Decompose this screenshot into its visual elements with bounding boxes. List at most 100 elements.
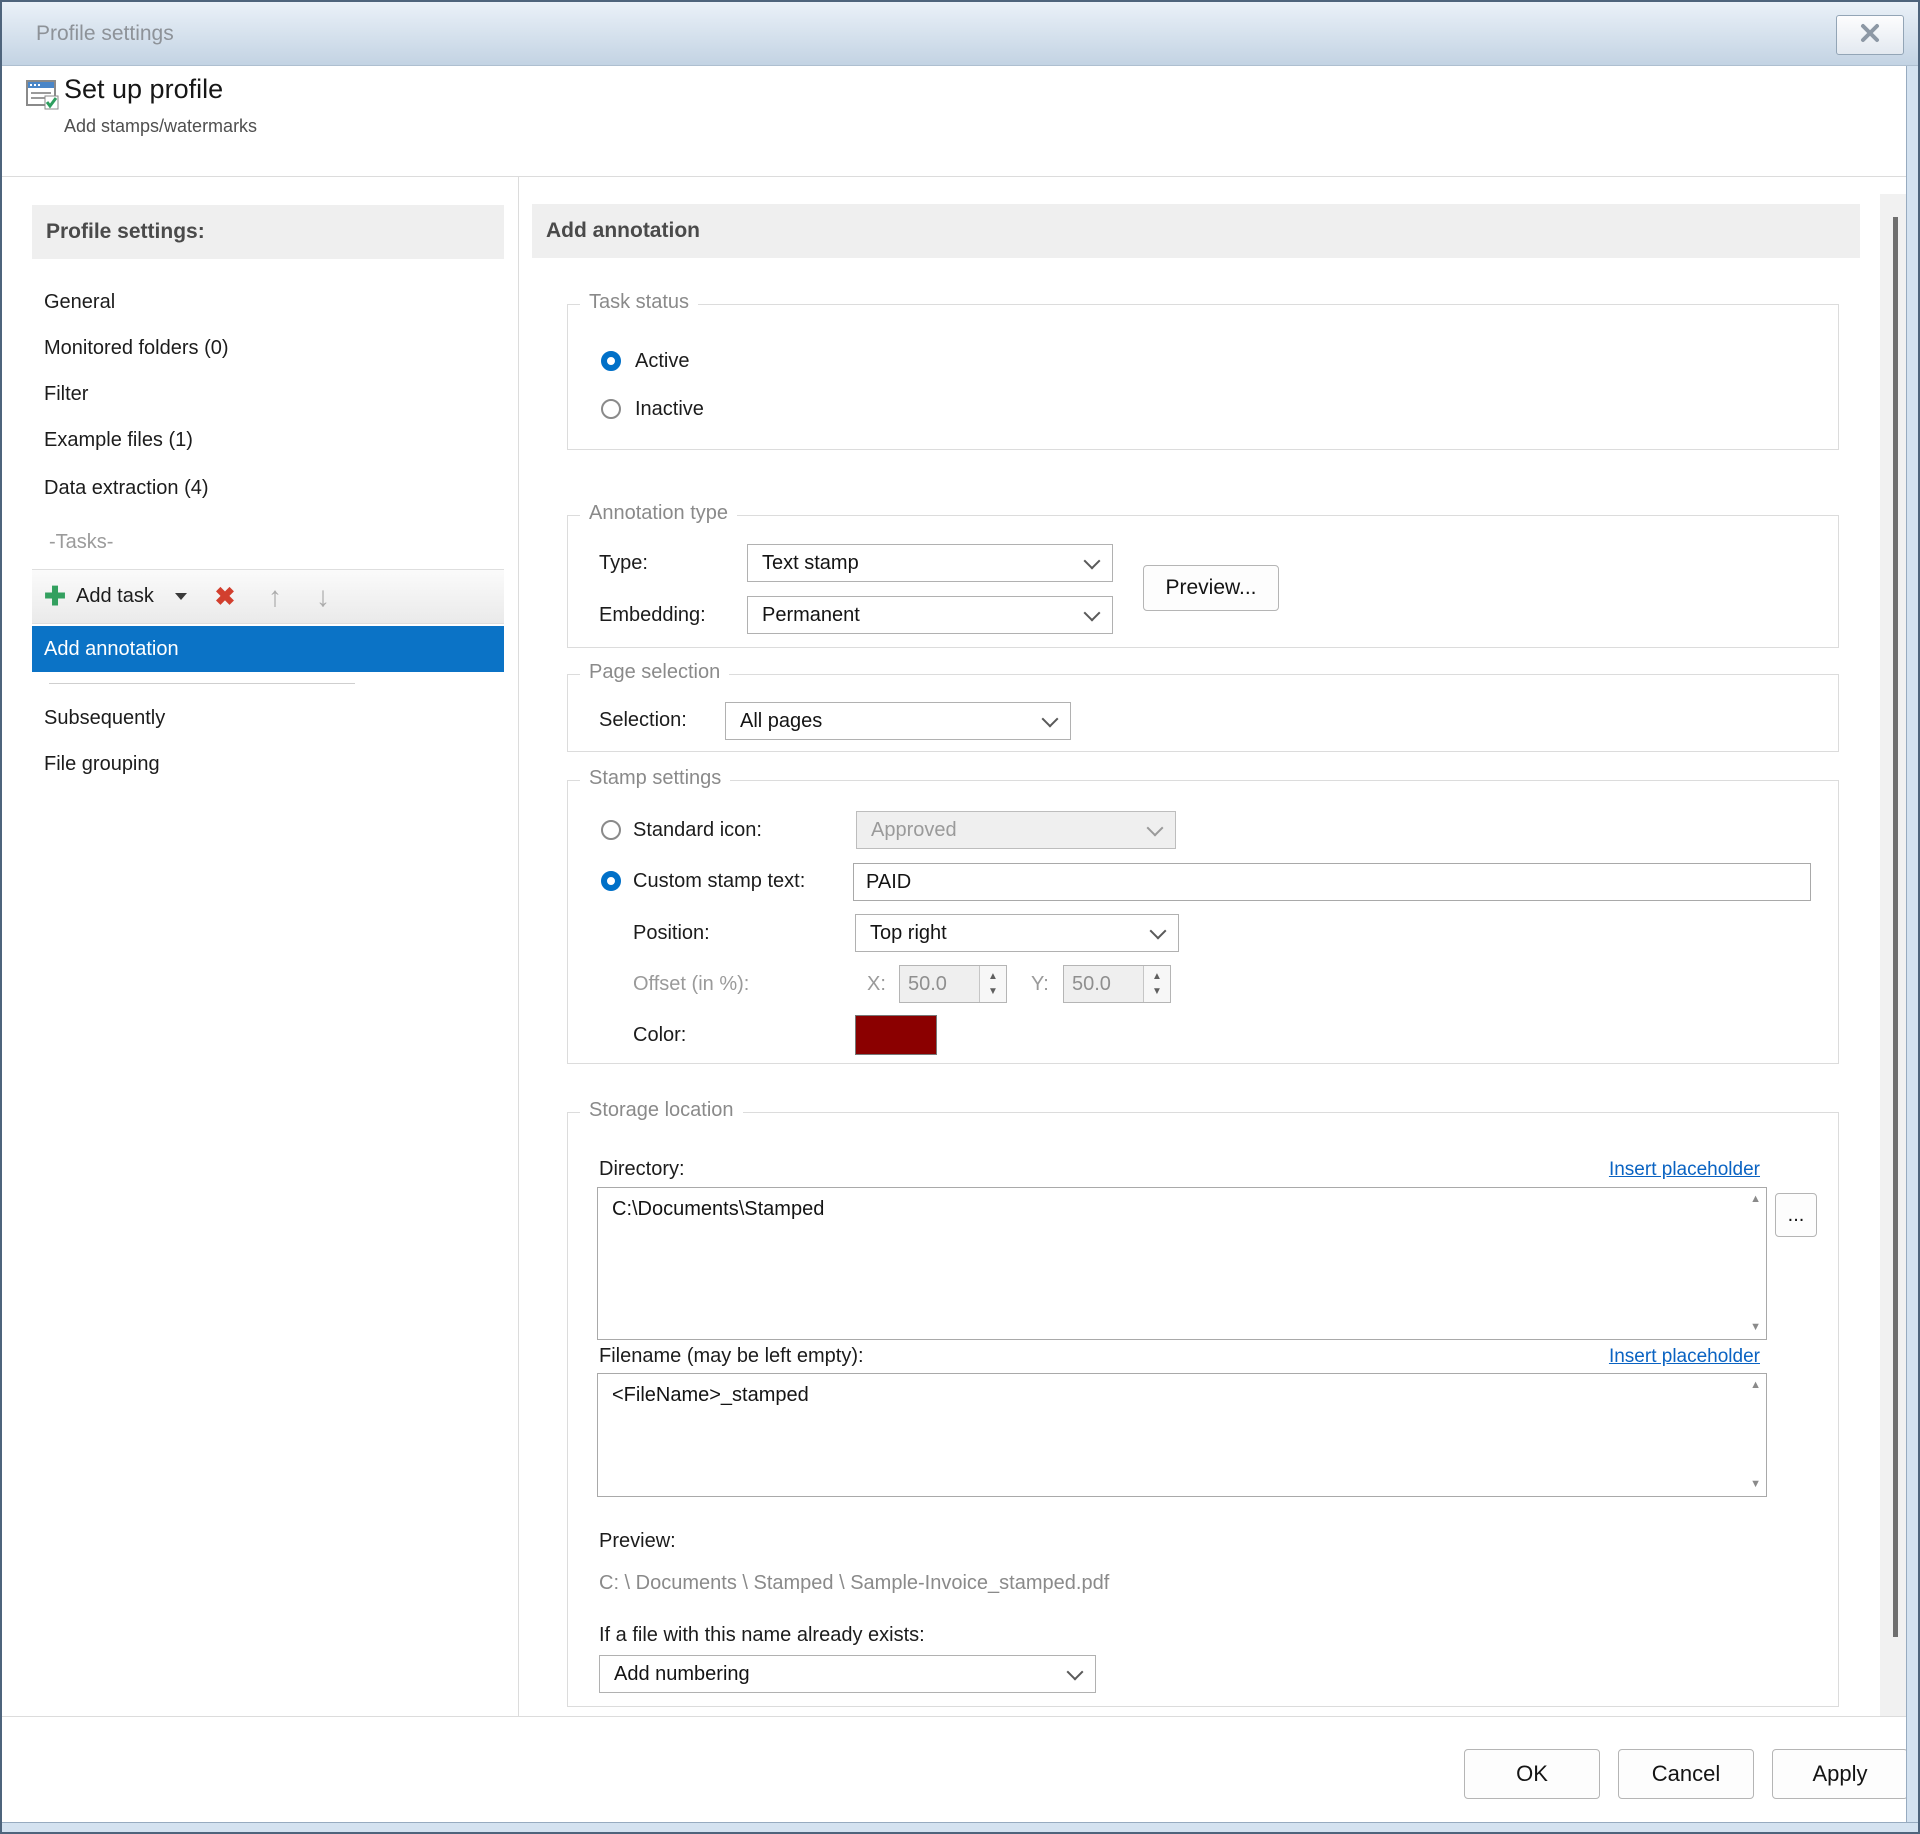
browse-directory-button[interactable]: ... — [1775, 1193, 1817, 1237]
standard-icon-label[interactable]: Standard icon: — [633, 819, 762, 842]
inactive-radio-label[interactable]: Inactive — [635, 398, 704, 421]
filename-value: <FileName>_stamped — [612, 1384, 809, 1406]
custom-stamp-text-input[interactable]: PAID — [853, 863, 1811, 901]
tasks-toolbar: ✚ Add task ✖ ↑ ↓ — [32, 569, 504, 624]
exists-label: If a file with this name already exists: — [599, 1624, 925, 1647]
add-task-button[interactable]: ✚ — [40, 570, 70, 623]
embedding-label: Embedding: — [599, 604, 706, 627]
color-swatch[interactable] — [855, 1015, 937, 1055]
scroll-up-icon[interactable]: ▲ — [1750, 1380, 1761, 1391]
scroll-down-icon[interactable]: ▼ — [1750, 1479, 1761, 1490]
offset-x-value: 50.0 — [900, 966, 979, 1002]
directory-label: Directory: — [599, 1158, 685, 1181]
header-divider — [2, 176, 1918, 177]
scroll-up-icon[interactable]: ▲ — [1750, 1194, 1761, 1205]
spin-up-icon: ▲ — [988, 971, 998, 982]
ok-button[interactable]: OK — [1464, 1749, 1600, 1799]
directory-textarea[interactable]: C:\Documents\Stamped ▲ ▼ — [597, 1187, 1767, 1340]
task-list-divider — [49, 683, 355, 684]
standard-icon-dropdown: Approved — [856, 811, 1176, 849]
offset-label: Offset (in %): — [633, 973, 749, 996]
delete-x-icon: ✖ — [215, 582, 236, 612]
type-label: Type: — [599, 552, 648, 575]
exists-dropdown[interactable]: Add numbering — [599, 1655, 1096, 1693]
filename-textarea[interactable]: <FileName>_stamped ▲ ▼ — [597, 1373, 1767, 1497]
filename-insert-placeholder-link[interactable]: Insert placeholder — [1568, 1346, 1760, 1368]
offset-x-label: X: — [867, 973, 886, 996]
main-scrollbar-track[interactable] — [1880, 194, 1908, 1716]
page-selection-group: Page selection Selection: All pages — [567, 674, 1839, 752]
page-subtitle: Add stamps/watermarks — [64, 116, 257, 137]
active-radio-label[interactable]: Active — [635, 350, 689, 373]
move-task-up-button[interactable]: ↑ — [258, 570, 292, 623]
profile-settings-dialog: Profile settings Set up profile Add stam… — [0, 0, 1920, 1834]
preview-button[interactable]: Preview... — [1143, 565, 1279, 611]
apply-button[interactable]: Apply — [1772, 1749, 1908, 1799]
task-status-legend: Task status — [580, 291, 698, 314]
delete-task-button[interactable]: ✖ — [208, 570, 242, 623]
standard-icon-radio[interactable] — [601, 820, 621, 840]
spin-down-icon: ▼ — [1152, 986, 1162, 997]
directory-insert-placeholder-link[interactable]: Insert placeholder — [1568, 1159, 1760, 1181]
spin-up-icon: ▲ — [1152, 971, 1162, 982]
add-task-dropdown-caret[interactable] — [174, 570, 188, 623]
type-dropdown[interactable]: Text stamp — [747, 544, 1113, 582]
spinner-buttons: ▲▼ — [979, 966, 1006, 1002]
stamp-settings-legend: Stamp settings — [580, 767, 730, 790]
chevron-down-icon — [1084, 552, 1101, 569]
sidebar-item-add-annotation[interactable]: Add annotation — [32, 626, 504, 672]
spin-down-icon: ▼ — [988, 986, 998, 997]
storage-location-group: Storage location Directory: Insert place… — [567, 1112, 1839, 1707]
add-task-label[interactable]: Add task — [76, 570, 154, 623]
filename-label: Filename (may be left empty): — [599, 1345, 864, 1368]
chevron-down-icon — [1067, 1663, 1084, 1680]
position-label: Position: — [633, 922, 710, 945]
title-bar[interactable]: Profile settings — [2, 2, 1918, 66]
window-frame-bottom — [2, 1822, 1918, 1832]
tasks-separator: -Tasks- — [32, 523, 504, 561]
main-heading: Add annotation — [532, 204, 1860, 258]
chevron-down-icon — [1147, 819, 1164, 836]
position-dropdown[interactable]: Top right — [855, 914, 1179, 952]
scroll-down-icon[interactable]: ▼ — [1750, 1322, 1761, 1333]
embedding-dropdown[interactable]: Permanent — [747, 596, 1113, 634]
stamp-settings-group: Stamp settings Standard icon: Approved C… — [567, 780, 1839, 1064]
move-task-down-button[interactable]: ↓ — [306, 570, 340, 623]
close-icon — [1859, 22, 1881, 49]
sidebar-item-subsequently[interactable]: Subsequently — [32, 699, 504, 737]
arrow-up-icon: ↑ — [268, 581, 282, 613]
caret-down-icon — [175, 593, 187, 600]
page-selection-dropdown-value: All pages — [740, 710, 822, 733]
embedding-dropdown-value: Permanent — [762, 604, 860, 627]
custom-stamp-label[interactable]: Custom stamp text: — [633, 870, 805, 893]
sidebar-item-filter[interactable]: Filter — [32, 375, 504, 413]
sidebar-item-file-grouping[interactable]: File grouping — [32, 745, 504, 783]
directory-value: C:\Documents\Stamped — [612, 1198, 824, 1220]
preview-label: Preview: — [599, 1530, 676, 1553]
chevron-down-icon — [1084, 604, 1101, 621]
cancel-button[interactable]: Cancel — [1618, 1749, 1754, 1799]
sidebar-item-example-files[interactable]: Example files (1) — [32, 421, 504, 459]
profile-icon — [26, 78, 60, 112]
offset-y-spinner: 50.0 ▲▼ — [1063, 965, 1171, 1003]
custom-stamp-radio[interactable] — [601, 871, 621, 891]
exists-dropdown-value: Add numbering — [614, 1663, 750, 1686]
sidebar-item-monitored-folders[interactable]: Monitored folders (0) — [32, 329, 504, 367]
type-dropdown-value: Text stamp — [762, 552, 859, 575]
sidebar-item-general[interactable]: General — [32, 283, 504, 321]
standard-icon-dropdown-value: Approved — [871, 819, 957, 842]
custom-stamp-text-value: PAID — [866, 871, 911, 894]
sidebar-divider — [518, 176, 519, 1716]
position-dropdown-value: Top right — [870, 922, 947, 945]
active-radio[interactable] — [601, 351, 621, 371]
window-title: Profile settings — [36, 2, 174, 66]
storage-location-legend: Storage location — [580, 1099, 743, 1122]
plus-icon: ✚ — [44, 581, 66, 612]
sidebar-item-data-extraction[interactable]: Data extraction (4) — [32, 469, 504, 507]
close-button[interactable] — [1836, 15, 1904, 55]
main-scrollbar-thumb[interactable] — [1893, 217, 1898, 1637]
spinner-buttons: ▲▼ — [1143, 966, 1170, 1002]
page-selection-dropdown[interactable]: All pages — [725, 702, 1071, 740]
inactive-radio[interactable] — [601, 399, 621, 419]
task-status-group: Task status Active Inactive — [567, 304, 1839, 450]
